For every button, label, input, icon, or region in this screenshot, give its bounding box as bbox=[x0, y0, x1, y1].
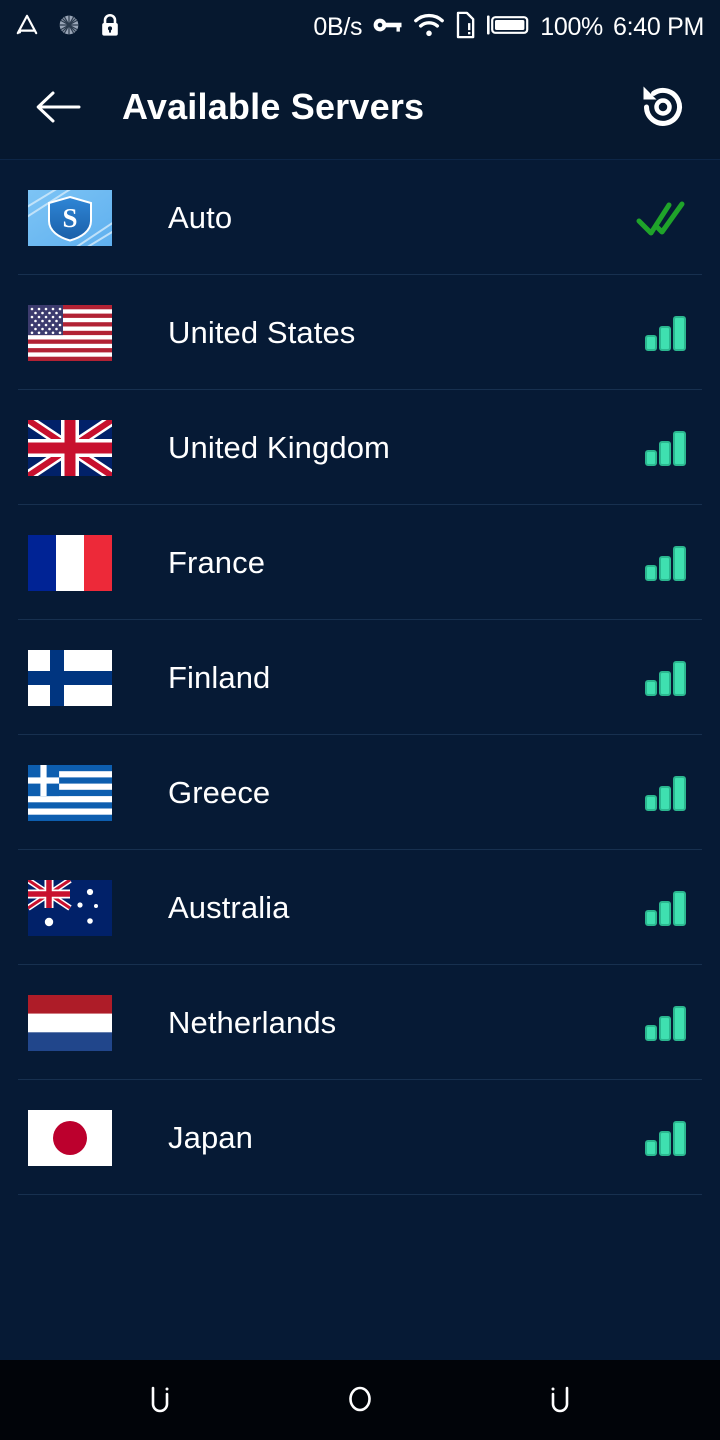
server-name-label: Greece bbox=[168, 774, 271, 810]
server-name-label: Australia bbox=[168, 889, 290, 925]
signal-bars-icon bbox=[645, 315, 686, 351]
server-name-label: Finland bbox=[168, 659, 271, 695]
sync-circle-icon bbox=[56, 12, 82, 43]
nav-home-icon bbox=[349, 1386, 371, 1412]
refresh-button[interactable] bbox=[632, 76, 694, 138]
server-row-japan[interactable]: Japan bbox=[0, 1080, 720, 1195]
server-status bbox=[632, 1115, 688, 1161]
flag-fi-icon bbox=[28, 649, 112, 706]
server-name-label: France bbox=[168, 544, 266, 580]
server-status bbox=[632, 425, 688, 471]
signal-bars-icon bbox=[645, 890, 686, 926]
flag-au-icon bbox=[28, 879, 112, 936]
flag-us-icon bbox=[28, 304, 112, 361]
server-status bbox=[632, 1000, 688, 1046]
vpn-key-icon bbox=[372, 12, 404, 43]
server-row-australia[interactable]: Australia bbox=[0, 850, 720, 965]
back-arrow-icon bbox=[36, 91, 81, 123]
server-row-united-states[interactable]: United States bbox=[0, 275, 720, 390]
server-name-label: Japan bbox=[168, 1119, 253, 1155]
flag-jp-icon bbox=[28, 1109, 112, 1166]
signal-bars-icon bbox=[645, 775, 686, 811]
app-screen: 0B/s 100% 6:40 PM Available Servers S Au… bbox=[0, 0, 720, 1440]
system-navigation-bar bbox=[0, 1360, 720, 1440]
nav-recents-button[interactable] bbox=[525, 1365, 595, 1435]
double-check-icon bbox=[636, 201, 685, 235]
flag-gr-icon bbox=[28, 764, 112, 821]
signal-bars-icon bbox=[645, 545, 686, 581]
nav-back-icon bbox=[151, 1386, 169, 1413]
flag-gb-icon bbox=[28, 419, 112, 476]
server-status bbox=[632, 770, 688, 816]
lock-icon bbox=[98, 12, 122, 43]
signal-bars-icon bbox=[645, 430, 686, 466]
server-status bbox=[632, 310, 688, 356]
server-status bbox=[632, 885, 688, 931]
svg-text:S: S bbox=[62, 203, 77, 233]
server-row-auto[interactable]: S Auto bbox=[0, 160, 720, 275]
wifi-icon bbox=[414, 12, 445, 43]
server-row-united-kingdom[interactable]: United Kingdom bbox=[0, 390, 720, 505]
battery-full-icon bbox=[486, 12, 530, 43]
status-bar-right-group: 0B/s 100% 6:40 PM bbox=[313, 11, 704, 44]
server-name-label: United States bbox=[168, 314, 356, 350]
server-row-greece[interactable]: Greece bbox=[0, 735, 720, 850]
server-name-label: United Kingdom bbox=[168, 429, 390, 465]
signal-bars-icon bbox=[645, 1120, 686, 1156]
nav-back-button[interactable] bbox=[125, 1365, 195, 1435]
nav-recents-icon bbox=[551, 1386, 569, 1413]
signal-bars-icon bbox=[645, 660, 686, 696]
server-row-france[interactable]: France bbox=[0, 505, 720, 620]
server-list: S Auto United States United Kingdom Fran… bbox=[0, 160, 720, 1360]
nav-home-button[interactable] bbox=[325, 1365, 395, 1435]
server-name-label: Netherlands bbox=[168, 1004, 337, 1040]
adb-triangle-icon bbox=[14, 12, 40, 43]
server-status bbox=[632, 655, 688, 701]
server-name-label: Auto bbox=[168, 199, 233, 235]
server-status bbox=[632, 540, 688, 586]
back-button[interactable] bbox=[32, 81, 84, 133]
auto-shield-icon: S bbox=[28, 189, 112, 246]
server-status bbox=[632, 195, 688, 241]
refresh-history-icon bbox=[643, 86, 682, 126]
status-bar-left-icons bbox=[14, 12, 122, 43]
battery-percent-label: 100% bbox=[540, 13, 603, 41]
app-header: Available Servers bbox=[0, 55, 720, 160]
flag-fr-icon bbox=[28, 534, 112, 591]
sim-card-alert-icon bbox=[454, 11, 476, 44]
server-row-netherlands[interactable]: Netherlands bbox=[0, 965, 720, 1080]
clock-label: 6:40 PM bbox=[612, 13, 704, 41]
signal-bars-icon bbox=[645, 1005, 686, 1041]
flag-nl-icon bbox=[28, 994, 112, 1051]
status-bar: 0B/s 100% 6:40 PM bbox=[0, 0, 720, 55]
server-row-finland[interactable]: Finland bbox=[0, 620, 720, 735]
page-title: Available Servers bbox=[122, 86, 425, 127]
network-speed-label: 0B/s bbox=[313, 13, 363, 41]
